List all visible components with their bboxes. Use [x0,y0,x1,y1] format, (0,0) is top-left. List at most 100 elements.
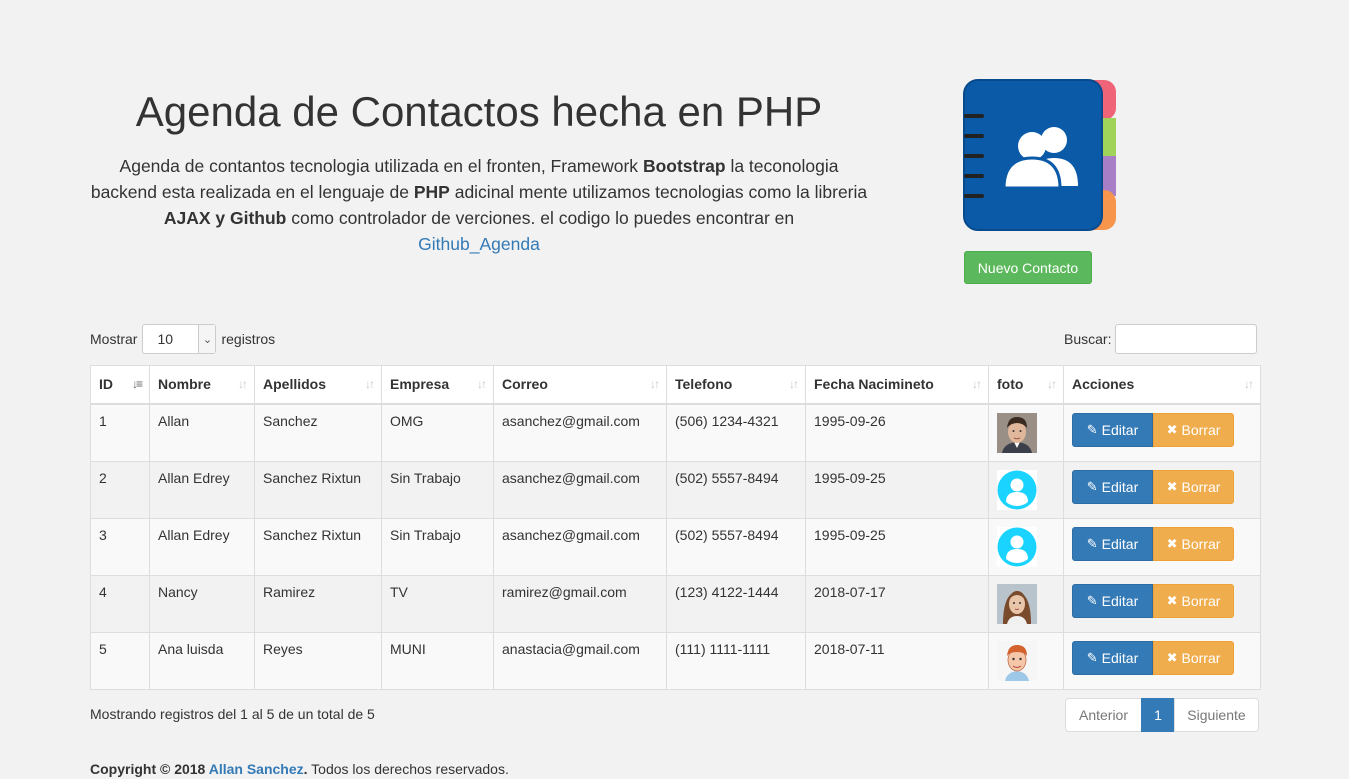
table-row: 3 Allan Edrey Sanchez Rixtun Sin Trabajo… [90,517,1261,576]
column-header-empresa[interactable]: Empresa ↓↑ [381,365,494,405]
cell-apellidos: Sanchez [254,403,382,462]
edit-icon: ✎ [1086,536,1098,551]
cell-id: 1 [90,403,150,462]
sort-asc-icon: ↓≡ [131,377,143,391]
cell-empresa: OMG [381,403,494,462]
cell-telefono: (123) 4122-1444 [666,574,806,633]
cell-telefono: (502) 5557-8494 [666,517,806,576]
address-book-logo [963,79,1116,231]
column-header-id[interactable]: ID ↓≡ [90,365,150,405]
edit-button[interactable]: ✎ Editar [1072,526,1153,561]
cell-foto [988,631,1064,690]
delete-button[interactable]: ✖ Borrar [1153,526,1234,561]
column-header-nombre[interactable]: Nombre ↓↑ [149,365,255,405]
cell-empresa: MUNI [381,631,494,690]
page-title: Agenda de Contactos hecha en PHP [135,88,823,135]
sort-icon: ↓↑ [972,377,982,391]
edit-button[interactable]: ✎ Editar [1072,469,1153,504]
cell-telefono: (506) 1234-4321 [666,403,806,462]
page-length-select[interactable]: 10 ⌄ [142,324,217,354]
table-row: 2 Allan Edrey Sanchez Rixtun Sin Trabajo… [90,460,1261,519]
edit-icon: ✎ [1086,422,1098,437]
cell-foto [988,460,1064,519]
cell-id: 2 [90,460,150,519]
edit-icon: ✎ [1086,650,1098,665]
delete-button[interactable]: ✖ Borrar [1153,640,1234,675]
column-header-apellidos[interactable]: Apellidos ↓↑ [254,365,382,405]
cell-empresa: Sin Trabajo [381,460,494,519]
contact-photo-cartoon [997,640,1037,681]
delete-button[interactable]: ✖ Borrar [1153,469,1234,504]
cell-fecha: 1995-09-26 [805,403,989,462]
pagination-page-1[interactable]: 1 [1141,698,1175,732]
sort-icon: ↓↑ [1047,377,1057,391]
search-input[interactable] [1115,324,1258,354]
cell-apellidos: Ramirez [254,574,382,633]
close-icon: ✖ [1166,479,1178,494]
page-length-control: Mostrar 10 ⌄ registros [90,324,275,354]
pagination: Anterior 1 Siguiente [1065,698,1259,732]
close-icon: ✖ [1166,650,1178,665]
cell-fecha: 1995-09-25 [805,460,989,519]
sort-icon: ↓↑ [238,377,248,391]
cell-nombre: Nancy [149,574,255,633]
footer-copyright: Copyright © 2018 Allan Sanchez. Todos lo… [90,761,509,777]
pagination-next[interactable]: Siguiente [1174,698,1259,732]
contacts-table: ID ↓≡ Nombre ↓↑ Apellidos ↓↑ Empresa ↓↑ Corr… [90,365,1261,690]
cell-empresa: TV [381,574,494,633]
cell-correo: ramirez@gmail.com [493,574,667,633]
cell-fecha: 1995-09-25 [805,517,989,576]
cell-telefono: (502) 5557-8494 [666,460,806,519]
table-search: Buscar: [1064,324,1258,354]
cell-correo: asanchez@gmail.com [493,403,667,462]
cell-apellidos: Reyes [254,631,382,690]
cell-acciones: ✎ Editar ✖ Borrar [1063,574,1261,633]
column-header-correo[interactable]: Correo ↓↑ [493,365,667,405]
cell-nombre: Allan Edrey [149,517,255,576]
default-avatar-icon [997,469,1037,510]
github-link[interactable]: Github_Agenda [418,234,540,254]
cell-fecha: 2018-07-17 [805,574,989,633]
cell-empresa: Sin Trabajo [381,517,494,576]
table-header-row: ID ↓≡ Nombre ↓↑ Apellidos ↓↑ Empresa ↓↑ Corr… [90,365,1261,405]
close-icon: ✖ [1166,422,1178,437]
sort-icon: ↓↑ [477,377,487,391]
column-header-foto[interactable]: foto ↓↑ [988,365,1064,405]
cell-nombre: Ana luisda [149,631,255,690]
column-header-telefono[interactable]: Telefono ↓↑ [666,365,806,405]
sort-icon: ↓↑ [1244,377,1254,391]
sort-icon: ↓↑ [365,377,375,391]
cell-foto [988,517,1064,576]
table-row: 1 Allan Sanchez OMG asanchez@gmail.com (… [90,403,1261,462]
edit-icon: ✎ [1086,593,1098,608]
column-header-acciones[interactable]: Acciones ↓↑ [1063,365,1261,405]
cell-nombre: Allan [149,403,255,462]
cell-correo: anastacia@gmail.com [493,631,667,690]
cell-id: 3 [90,517,150,576]
cell-telefono: (111) 1111-1111 [666,631,806,690]
sort-icon: ↓↑ [650,377,660,391]
chevron-down-icon: ⌄ [198,325,216,353]
cell-nombre: Allan Edrey [149,460,255,519]
edit-button[interactable]: ✎ Editar [1072,412,1153,447]
cell-correo: asanchez@gmail.com [493,460,667,519]
cell-apellidos: Sanchez Rixtun [254,517,382,576]
default-avatar-icon [997,526,1037,567]
edit-button[interactable]: ✎ Editar [1072,583,1153,618]
author-link[interactable]: Allan Sanchez [209,761,304,777]
close-icon: ✖ [1166,593,1178,608]
pagination-previous[interactable]: Anterior [1065,698,1142,732]
column-header-fecha[interactable]: Fecha Nacimineto ↓↑ [805,365,989,405]
delete-button[interactable]: ✖ Borrar [1153,583,1234,618]
cell-apellidos: Sanchez Rixtun [254,460,382,519]
contact-photo-woman [997,583,1037,624]
edit-button[interactable]: ✎ Editar [1072,640,1153,675]
new-contact-button[interactable]: Nuevo Contacto [964,251,1092,284]
cell-id: 4 [90,574,150,633]
table-info: Mostrando registros del 1 al 5 de un tot… [90,706,375,722]
cell-acciones: ✎ Editar ✖ Borrar [1063,631,1261,690]
page-description: Agenda de contantos tecnologia utilizada… [90,156,868,254]
delete-button[interactable]: ✖ Borrar [1153,412,1234,447]
contact-photo-man [997,412,1037,453]
sort-icon: ↓↑ [789,377,799,391]
